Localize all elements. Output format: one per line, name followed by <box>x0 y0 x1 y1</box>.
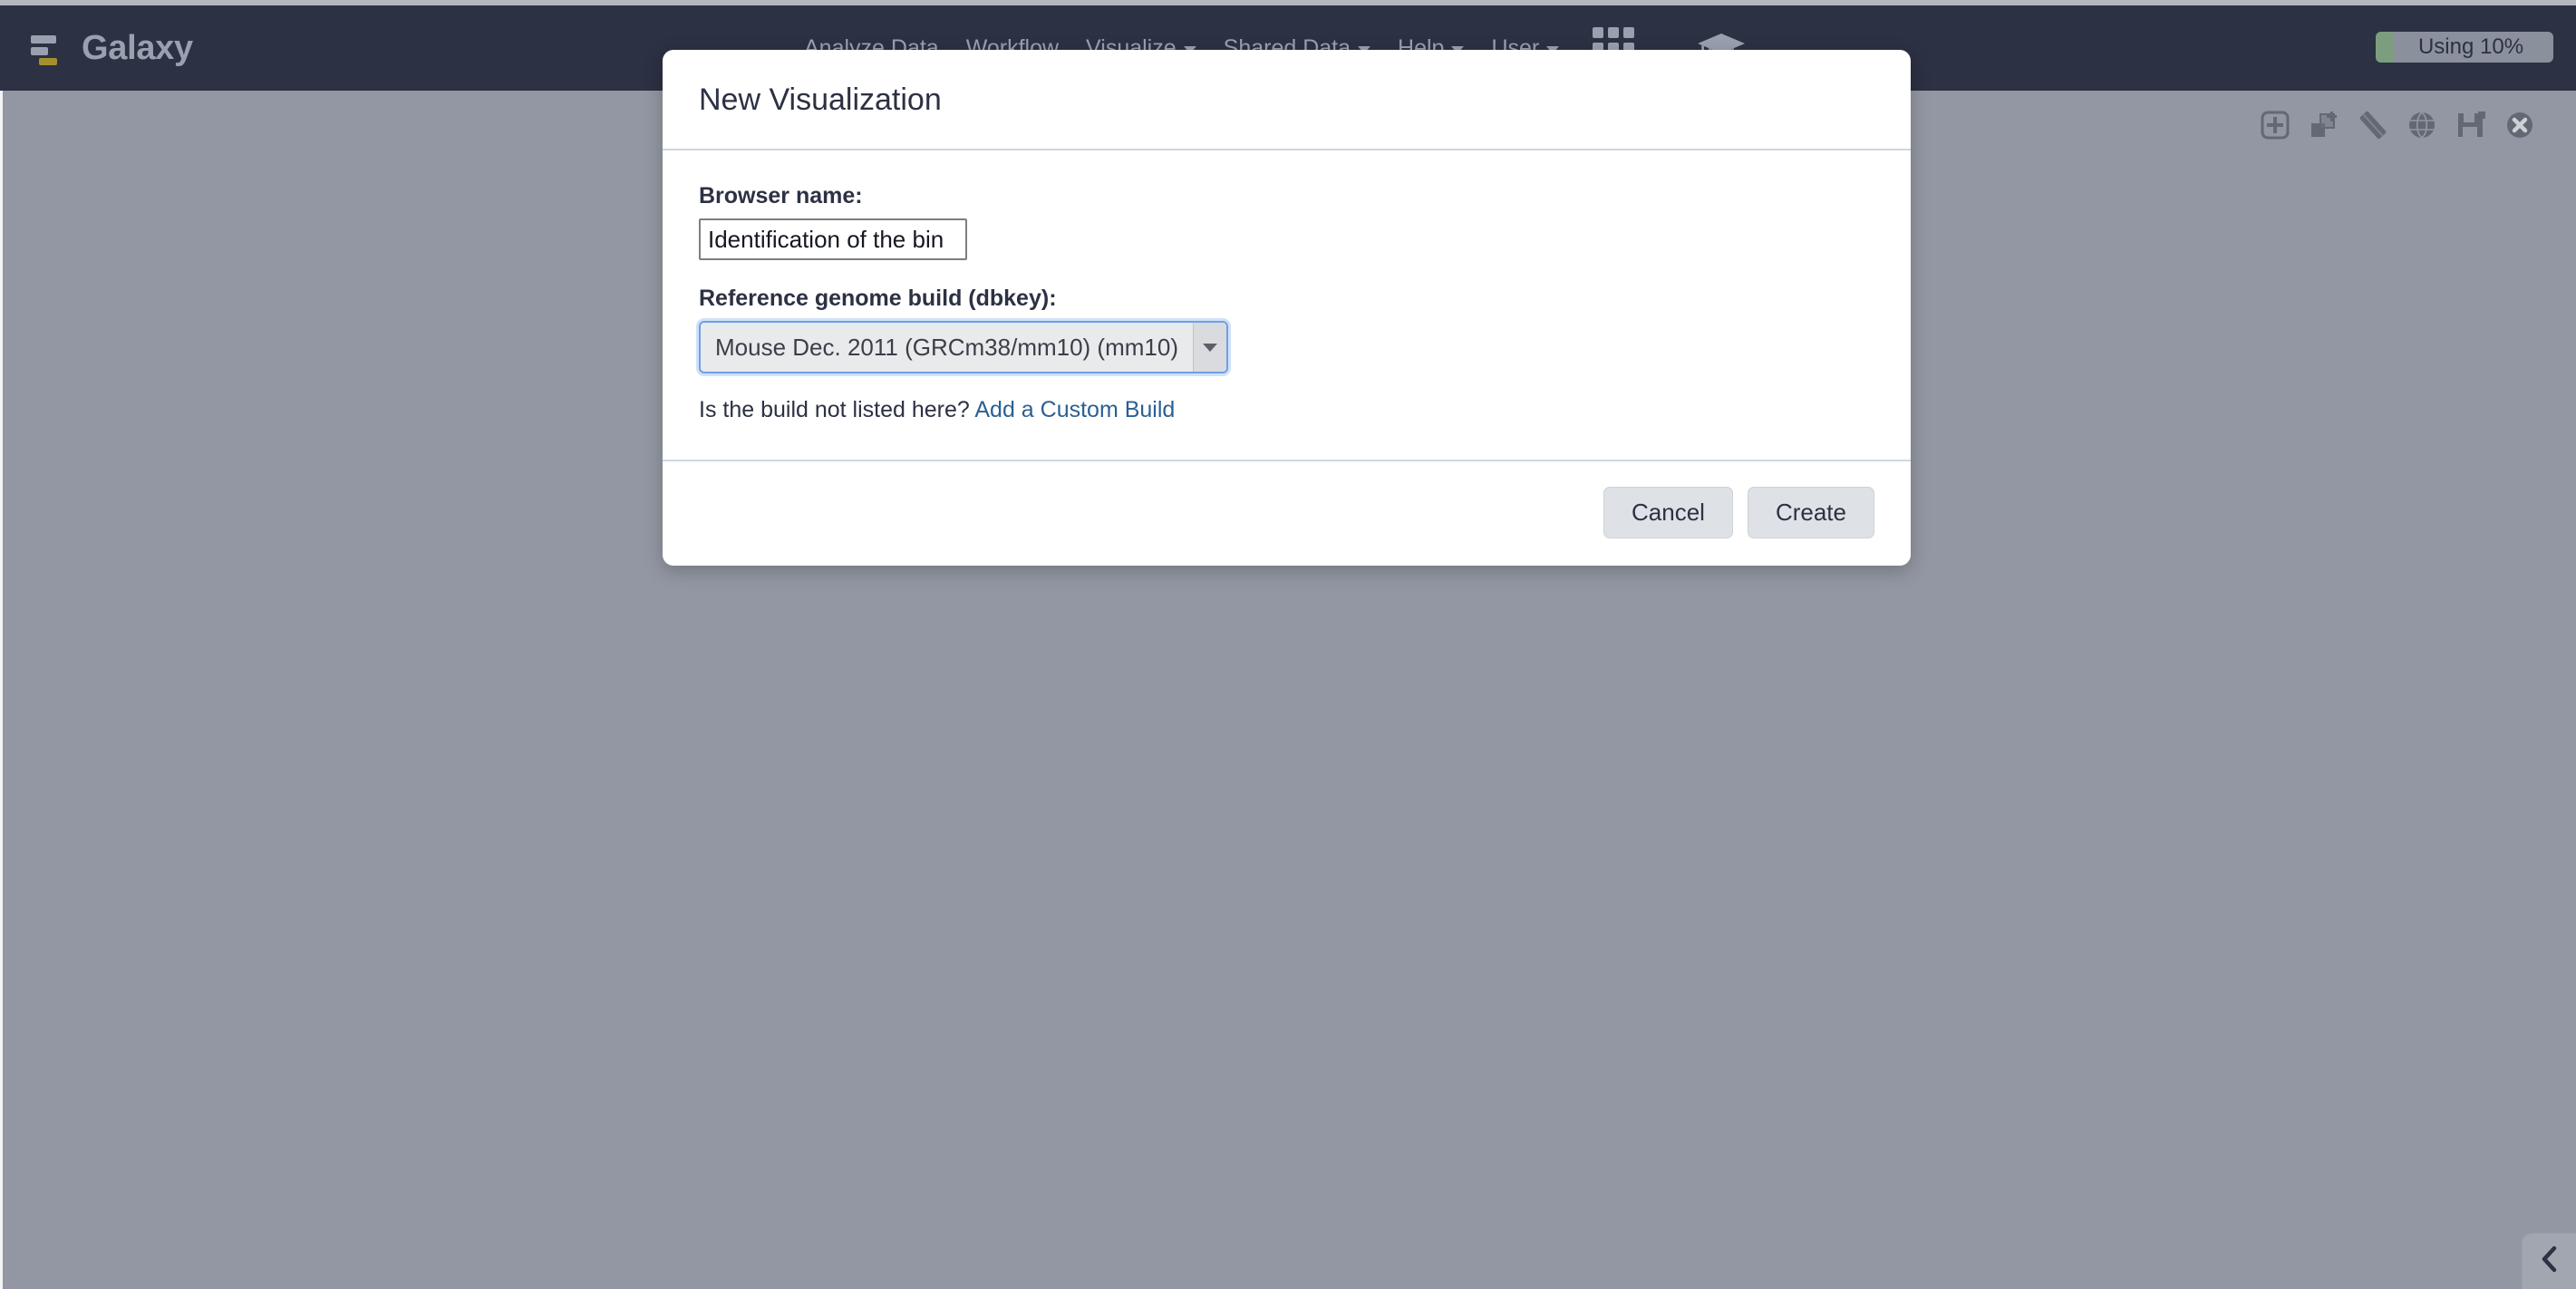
chevron-down-icon[interactable] <box>1193 323 1226 372</box>
chevron-left-icon <box>2538 1244 2561 1279</box>
modal-title: New Visualization <box>699 82 942 117</box>
cancel-button[interactable]: Cancel <box>1603 487 1733 539</box>
modal-header: New Visualization <box>663 50 1911 150</box>
collapse-right-panel-button[interactable] <box>2522 1233 2576 1289</box>
usage-label: Using 10% <box>2417 34 2524 59</box>
new-visualization-modal: New Visualization Browser name: Referenc… <box>663 50 1911 567</box>
usage-badge[interactable]: Using 10% <box>2376 32 2553 63</box>
browser-name-label: Browser name: <box>699 183 863 208</box>
dbkey-label: Reference genome build (dbkey): <box>699 286 1057 311</box>
dbkey-selected-value: Mouse Dec. 2011 (GRCm38/mm10) (mm10) <box>715 333 1178 361</box>
galaxy-bars-logo <box>24 28 63 68</box>
close-icon[interactable] <box>2503 109 2536 141</box>
globe-icon[interactable] <box>2406 109 2438 141</box>
save-icon[interactable] <box>2455 109 2487 141</box>
dbkey-select[interactable]: Mouse Dec. 2011 (GRCm38/mm10) (mm10) <box>699 321 1228 373</box>
add-custom-build-link[interactable]: Add a Custom Build <box>974 397 1175 422</box>
create-button[interactable]: Create <box>1747 487 1874 539</box>
left-panel-edge <box>0 91 3 1289</box>
brand-title: Galaxy <box>82 28 193 67</box>
custom-build-helper: Is the build not listed here? Add a Cust… <box>699 397 1874 423</box>
add-group-icon[interactable] <box>2308 109 2340 141</box>
bookmarks-icon[interactable] <box>2357 109 2389 141</box>
visualization-toolbar <box>2259 109 2536 141</box>
custom-build-helper-text: Is the build not listed here? <box>699 397 975 422</box>
modal-footer: Cancel Create <box>663 461 1911 566</box>
add-tracks-icon[interactable] <box>2259 109 2291 141</box>
modal-body: Browser name: Reference genome build (db… <box>663 150 1911 461</box>
browser-name-input[interactable] <box>699 218 967 260</box>
brand[interactable]: Galaxy <box>24 28 193 68</box>
